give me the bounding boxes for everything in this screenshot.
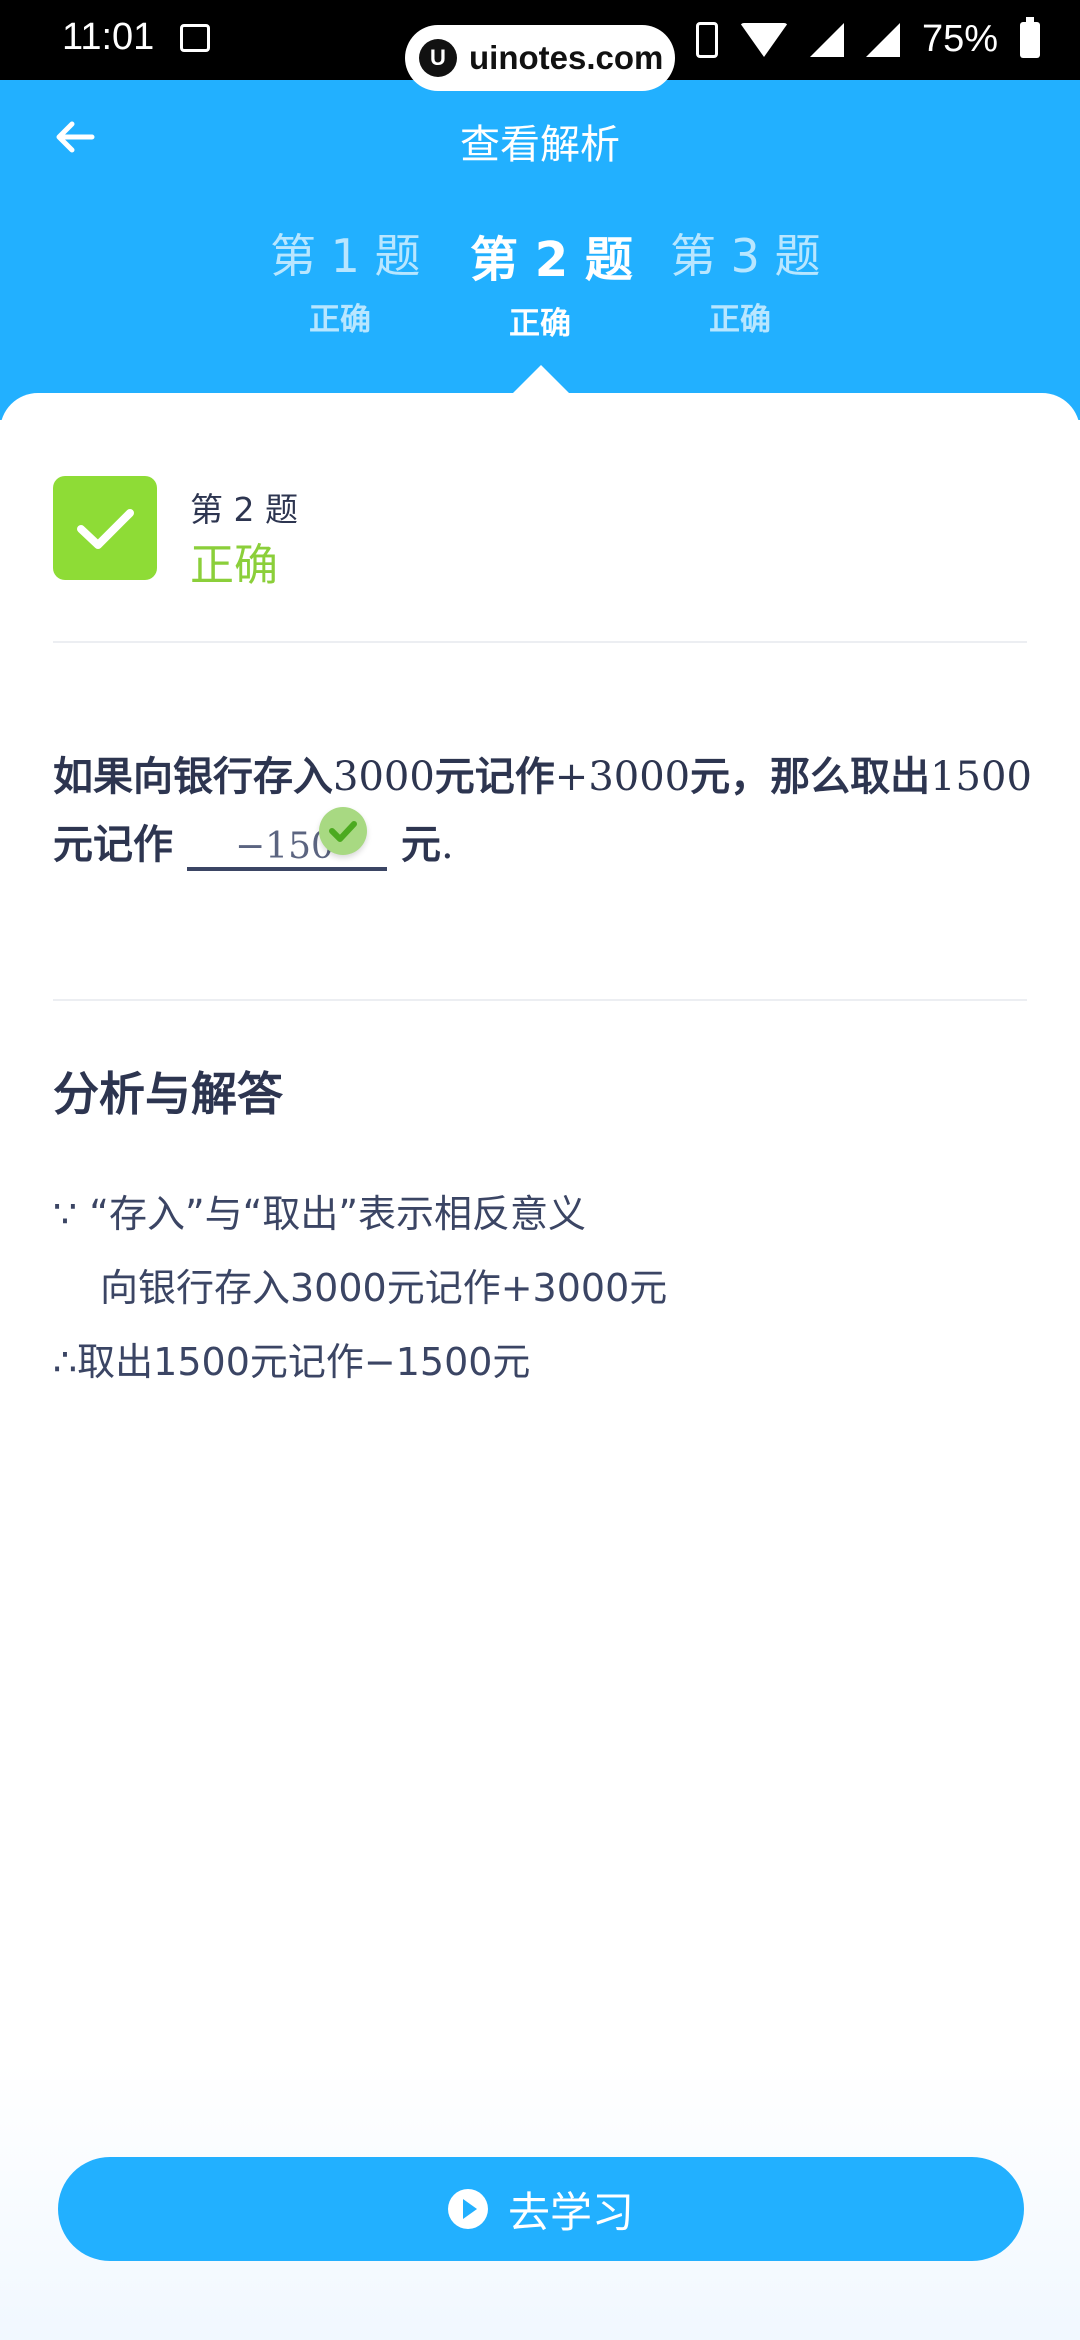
go-study-button[interactable]: 去学习: [58, 2157, 1024, 2261]
analysis-line: ∵ “存入”与“取出”表示相反意义: [53, 1192, 587, 1236]
signal-icon-2: [865, 22, 900, 57]
battery-percent: 75%: [921, 18, 998, 60]
wifi-icon: [739, 22, 788, 57]
go-study-label: 去学习: [507, 2187, 634, 2237]
status-time: 11:01: [62, 16, 155, 58]
answer-blank: −150: [187, 807, 387, 871]
divider: [53, 999, 1027, 1001]
tab-status: 正确: [709, 302, 771, 338]
battery-icon: [1020, 16, 1040, 58]
analysis-title: 分析与解答: [53, 1067, 283, 1121]
tab-status: 正确: [509, 306, 571, 342]
status-right: 75%: [695, 16, 1040, 61]
question-part: 如果向银行存入: [53, 754, 333, 800]
analysis-line: 向银行存入3000元记作+3000元: [100, 1266, 668, 1310]
divider: [53, 641, 1027, 643]
tab-label: 第 1 题: [270, 229, 421, 283]
answer-correct-icon: [319, 807, 367, 855]
vibrate-icon: [695, 21, 718, 58]
page-title: 查看解析: [460, 122, 620, 168]
image-notification-icon: [180, 24, 210, 52]
result-question-number: 第 2 题: [190, 490, 298, 529]
question-part: 元记作: [434, 754, 555, 800]
tab-question-3[interactable]: 第 3 题 正确: [670, 220, 821, 343]
watermark-text: uinotes.com: [469, 39, 664, 76]
tab-question-1[interactable]: 第 1 题 正确: [270, 220, 421, 343]
tab-question-2[interactable]: 第 2 题 正确: [470, 220, 633, 343]
play-icon: [447, 2189, 488, 2229]
content-card: 第 2 题 正确 如果向银行存入3000元记作+3000元，那么取出1500 元…: [0, 393, 1080, 2340]
question-text: 如果向银行存入3000元记作+3000元，那么取出1500 元记作 −150 元.: [53, 743, 1033, 879]
watermark-logo-icon: U: [419, 39, 457, 77]
analysis-line: ∴取出1500元记作−1500元: [53, 1340, 531, 1384]
tab-label: 第 2 题: [470, 232, 633, 288]
tab-status: 正确: [309, 302, 371, 338]
check-icon: [77, 509, 134, 549]
result-state: 正确: [190, 540, 278, 591]
watermark: U uinotes.com: [405, 25, 675, 91]
question-part: 元记作: [53, 822, 173, 868]
question-part: 元: [401, 822, 441, 868]
check-icon: [329, 821, 357, 842]
question-part: 元，那么取出: [690, 754, 931, 800]
question-tabs: 第 1 题 正确 第 2 题 正确 第 3 题 正确: [0, 220, 1080, 343]
active-tab-pointer: [513, 365, 569, 393]
question-number: +3000: [554, 754, 691, 800]
tab-label: 第 3 题: [670, 229, 821, 283]
question-number: 1500: [930, 754, 1032, 800]
question-end: .: [441, 822, 454, 868]
signal-icon: [809, 22, 844, 57]
question-number: 3000: [333, 754, 435, 800]
result-badge: [53, 476, 157, 580]
